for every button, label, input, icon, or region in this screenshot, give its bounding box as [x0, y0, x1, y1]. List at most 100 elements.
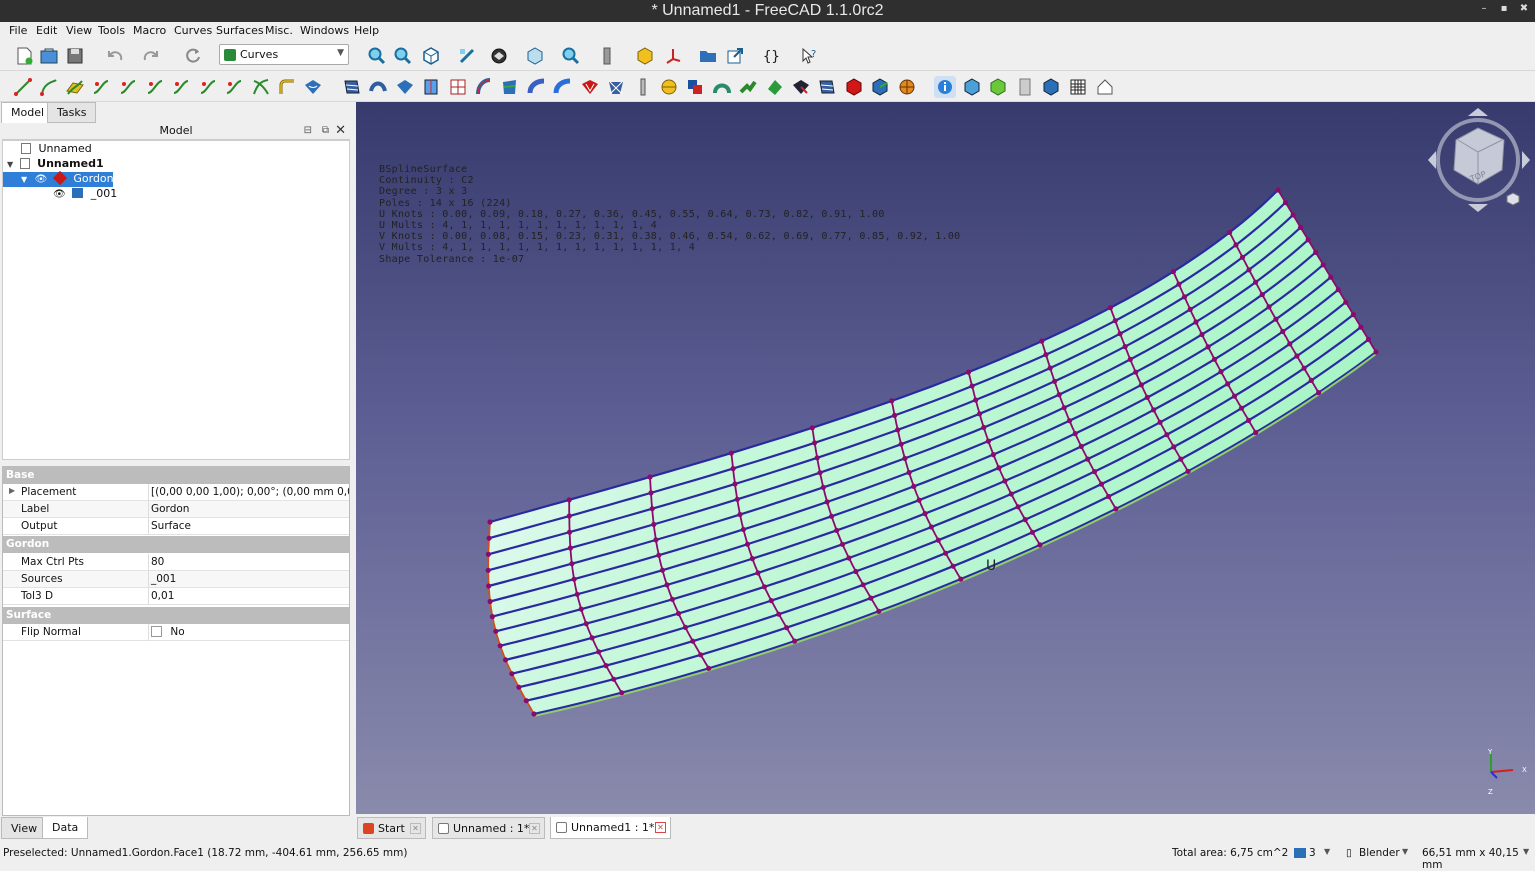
- maximize-button[interactable]: ▪: [1497, 3, 1511, 14]
- minimize-button[interactable]: –: [1477, 3, 1491, 14]
- blend-curve-icon[interactable]: [64, 76, 86, 98]
- bspline-tool-icon[interactable]: [38, 76, 60, 98]
- visibility-eye-icon[interactable]: 👁: [35, 174, 48, 185]
- surface-face[interactable]: [488, 190, 1376, 714]
- menu-windows[interactable]: Windows: [300, 24, 349, 37]
- refresh-icon[interactable]: [182, 45, 204, 67]
- tree-item-gordon[interactable]: ▼ 👁 Gordon: [3, 170, 114, 187]
- tree-item-unnamed1[interactable]: ▼ Unnamed1: [7, 157, 104, 172]
- navigation-cube[interactable]: TOP: [1426, 108, 1534, 216]
- property-row-flip-normal[interactable]: Flip Normal No: [3, 624, 349, 641]
- collapse-panel-icon[interactable]: ⊟: [304, 125, 312, 136]
- property-value[interactable]: Gordon: [148, 501, 349, 518]
- open-document-icon[interactable]: [38, 45, 60, 67]
- new-document-icon[interactable]: [13, 45, 35, 67]
- tree-item-001[interactable]: 👁 _001: [53, 187, 117, 202]
- expand-arrow-icon[interactable]: ▼: [21, 175, 27, 184]
- surface-tool-12-icon[interactable]: [684, 76, 706, 98]
- property-row-tol3d[interactable]: Tol3 D 0,01: [3, 588, 349, 605]
- surface-tool-9-icon[interactable]: [552, 76, 574, 98]
- curve-tool-5-icon[interactable]: [197, 76, 219, 98]
- info-icon[interactable]: [934, 76, 956, 98]
- visibility-eye-icon[interactable]: 👁: [53, 189, 66, 200]
- property-row-label[interactable]: Label Gordon: [3, 501, 349, 518]
- sphere-solid-icon[interactable]: [896, 76, 918, 98]
- menu-edit[interactable]: Edit: [36, 24, 57, 37]
- menu-macro[interactable]: Macro: [133, 24, 166, 37]
- property-value[interactable]: Surface: [148, 518, 349, 535]
- curve-tool-2-icon[interactable]: [117, 76, 139, 98]
- surface-tool-10-icon[interactable]: [605, 76, 627, 98]
- gordon-surface-icon[interactable]: [579, 76, 601, 98]
- blue-box-icon[interactable]: [1040, 76, 1062, 98]
- navigation-style[interactable]: Blender: [1359, 847, 1400, 859]
- curve-tool-4-icon[interactable]: [170, 76, 192, 98]
- undo-icon[interactable]: [104, 45, 126, 67]
- chevron-down-icon[interactable]: ▼: [1324, 847, 1330, 856]
- doc-tab-unnamed1[interactable]: Unnamed1 : 1* ✕: [550, 817, 671, 839]
- close-button[interactable]: ✖: [1517, 3, 1531, 14]
- measure-icon[interactable]: [456, 45, 478, 67]
- property-value[interactable]: [(0,00 0,00 1,00); 0,00°; (0,00 mm 0,00 …: [148, 484, 349, 501]
- surface-tool-1-icon[interactable]: [341, 76, 363, 98]
- doc-tab-start[interactable]: Start ✕: [357, 817, 426, 839]
- menu-tools[interactable]: Tools: [98, 24, 125, 37]
- surface-tool-17-icon[interactable]: [816, 76, 838, 98]
- intersection-icon[interactable]: [250, 76, 272, 98]
- expand-arrow-icon[interactable]: ▼: [7, 160, 13, 169]
- solid-box-icon[interactable]: [843, 76, 865, 98]
- standard-views-icon[interactable]: [420, 45, 442, 67]
- surface-tool-14-icon[interactable]: [737, 76, 759, 98]
- menu-curves[interactable]: Curves: [174, 24, 212, 37]
- house-tool-icon[interactable]: [1094, 76, 1116, 98]
- float-panel-icon[interactable]: ⧉: [322, 125, 329, 136]
- menu-view[interactable]: View: [66, 24, 92, 37]
- menu-help[interactable]: Help: [354, 24, 379, 37]
- surface-tool-8-icon[interactable]: [526, 76, 548, 98]
- close-tab-icon[interactable]: ✕: [529, 823, 540, 834]
- group-folder-icon[interactable]: [697, 45, 719, 67]
- tab-tasks[interactable]: Tasks: [47, 102, 97, 123]
- surface-tool-15-icon[interactable]: [764, 76, 786, 98]
- menu-misc[interactable]: Misc.: [265, 24, 293, 37]
- property-value[interactable]: 0,01: [148, 588, 349, 605]
- property-value[interactable]: _001: [148, 571, 349, 588]
- draw-style-icon[interactable]: [488, 45, 510, 67]
- property-row-placement[interactable]: ▶ Placement [(0,00 0,00 1,00); 0,00°; (0…: [3, 484, 349, 501]
- sphere-tool-icon[interactable]: [658, 76, 680, 98]
- surface-tool-11-icon[interactable]: [632, 76, 654, 98]
- coordinate-system-icon[interactable]: [662, 45, 684, 67]
- property-value-container[interactable]: No: [148, 624, 349, 641]
- measure-tool-icon[interactable]: [596, 45, 618, 67]
- surface-tool-6-icon[interactable]: [473, 76, 495, 98]
- redo-icon[interactable]: [140, 45, 162, 67]
- tab-data[interactable]: Data: [42, 817, 89, 839]
- green-box-icon[interactable]: [987, 76, 1009, 98]
- surface-tool-3-icon[interactable]: [394, 76, 416, 98]
- surface-tool-2-icon[interactable]: [367, 76, 389, 98]
- fit-selection-icon[interactable]: [392, 45, 414, 67]
- tree-item-unnamed[interactable]: Unnamed: [21, 142, 92, 157]
- part-icon[interactable]: [634, 45, 656, 67]
- shell-icon[interactable]: [869, 76, 891, 98]
- flip-normal-checkbox[interactable]: [151, 626, 162, 637]
- document-tool-icon[interactable]: [1014, 76, 1036, 98]
- property-value[interactable]: 80: [148, 554, 349, 571]
- grid-icon[interactable]: [1067, 76, 1089, 98]
- whats-this-icon[interactable]: ?: [798, 45, 820, 67]
- menu-file[interactable]: File: [9, 24, 27, 37]
- line-tool-icon[interactable]: [12, 76, 34, 98]
- sweep-icon[interactable]: [276, 76, 298, 98]
- property-row-max-ctrl-pts[interactable]: Max Ctrl Pts 80: [3, 554, 349, 571]
- fit-all-icon[interactable]: [366, 45, 388, 67]
- menu-surfaces[interactable]: Surfaces: [216, 24, 264, 37]
- bounding-box-icon[interactable]: [524, 45, 546, 67]
- surface-tool-5-icon[interactable]: [447, 76, 469, 98]
- map-curve-icon[interactable]: [302, 76, 324, 98]
- property-row-sources[interactable]: Sources _001: [3, 571, 349, 588]
- curve-tool-1-icon[interactable]: [90, 76, 112, 98]
- surface-tool-16-icon[interactable]: [790, 76, 812, 98]
- doc-tab-unnamed[interactable]: Unnamed : 1* ✕: [432, 817, 545, 839]
- chevron-down-icon[interactable]: ▼: [1402, 847, 1408, 856]
- variable-set-icon[interactable]: {}: [760, 45, 782, 67]
